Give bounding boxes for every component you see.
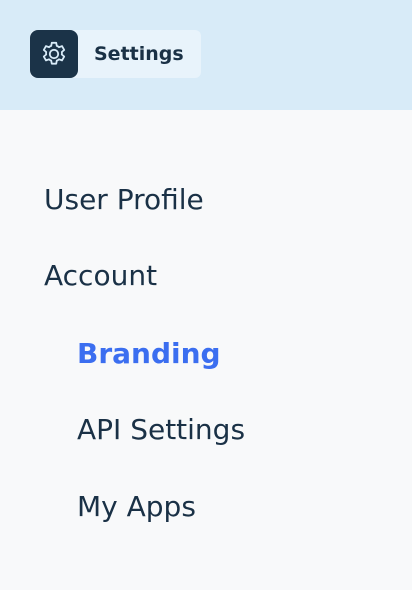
menu-item-account[interactable]: Account xyxy=(44,258,157,294)
settings-header: Settings xyxy=(0,0,412,110)
gear-icon-container xyxy=(30,30,78,78)
menu-item-api-settings[interactable]: API Settings xyxy=(77,412,245,448)
gear-icon xyxy=(42,41,66,65)
settings-button[interactable]: Settings xyxy=(30,30,201,78)
menu-item-my-apps[interactable]: My Apps xyxy=(77,489,196,525)
menu-item-user-profile[interactable]: User Profile xyxy=(44,182,204,218)
menu-item-branding[interactable]: Branding xyxy=(77,336,221,372)
settings-label: Settings xyxy=(94,43,184,65)
settings-menu: User Profile Account Branding API Settin… xyxy=(0,110,412,590)
